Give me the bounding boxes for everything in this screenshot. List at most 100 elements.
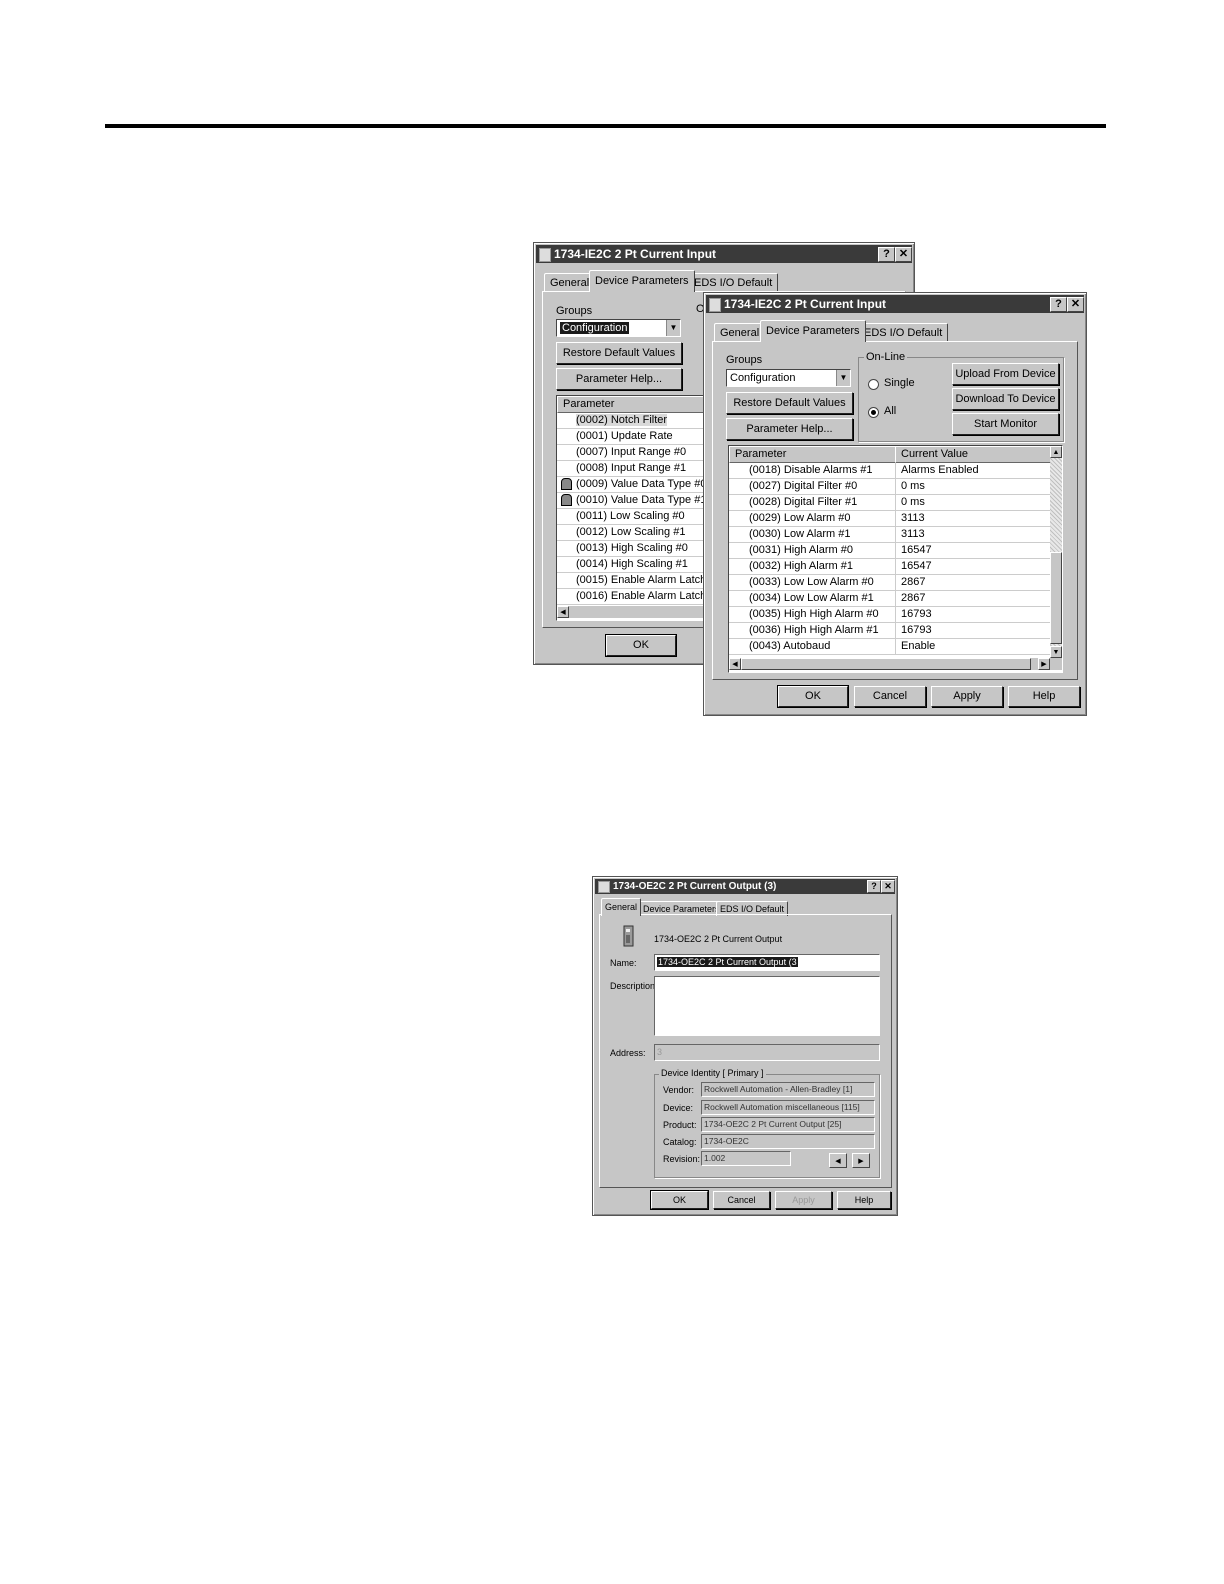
groups-select[interactable]: Configuration ▼	[556, 319, 681, 337]
table-row[interactable]: (0002) Notch Filter	[557, 412, 709, 429]
groups-select[interactable]: Configuration ▼	[726, 369, 851, 387]
restore-defaults-button[interactable]: Restore Default Values	[556, 342, 682, 364]
scroll-right-icon[interactable]: ▶	[1038, 658, 1050, 670]
table-row[interactable]: (0010) Value Data Type #1	[557, 492, 709, 509]
device-identity-label: Device Identity [ Primary ]	[659, 1068, 766, 1078]
help-button[interactable]: Help	[1008, 686, 1080, 707]
parameter-grid[interactable]: Parameter (0002) Notch Filter (0001) Upda…	[556, 395, 710, 621]
scroll-left-icon[interactable]: ◀	[729, 658, 741, 670]
table-row[interactable]: (0007) Input Range #0	[557, 444, 709, 461]
table-row[interactable]: (0018) Disable Alarms #1 Alarms Enabled	[729, 462, 1050, 479]
col-header-current-value[interactable]: Current Value	[895, 446, 1052, 463]
help-icon[interactable]: ?	[1050, 297, 1067, 312]
table-row[interactable]: (0036) High High Alarm #1 16793	[729, 622, 1050, 639]
table-row[interactable]: (0030) Low Alarm #1 3113	[729, 526, 1050, 543]
horizontal-scrollbar[interactable]: ◀	[557, 606, 709, 618]
close-icon[interactable]: ✕	[1067, 297, 1084, 312]
window-icon	[598, 881, 610, 893]
next-arrow-icon[interactable]: ▶	[852, 1153, 870, 1168]
address-field[interactable]: 3	[654, 1044, 880, 1061]
parameter-help-button[interactable]: Parameter Help...	[556, 368, 682, 390]
lock-icon	[561, 494, 572, 507]
table-row[interactable]: (0028) Digital Filter #1 0 ms	[729, 494, 1050, 511]
scroll-left-icon[interactable]: ◀	[557, 606, 569, 618]
table-row[interactable]: (0033) Low Low Alarm #0 2867	[729, 574, 1050, 591]
help-button[interactable]: Help	[837, 1191, 891, 1209]
cancel-button[interactable]: Cancel	[854, 686, 926, 707]
parameter-grid[interactable]: Parameter Current Value (0018) Disable A…	[728, 445, 1063, 673]
cancel-button[interactable]: Cancel	[713, 1191, 770, 1209]
parameter-cell: (0027) Digital Filter #0	[749, 480, 858, 492]
description-field[interactable]	[654, 976, 880, 1036]
tab-eds-io-default[interactable]: EDS I/O Default	[858, 323, 949, 342]
upload-from-device-button[interactable]: Upload From Device	[952, 363, 1059, 385]
tab-general[interactable]: General	[601, 898, 642, 916]
parameter-cell: (0031) High Alarm #0	[749, 544, 853, 556]
table-row[interactable]: (0015) Enable Alarm Latch #	[557, 572, 709, 589]
tab-general[interactable]: General	[544, 273, 596, 292]
apply-button[interactable]: Apply	[775, 1191, 832, 1209]
chevron-down-icon[interactable]: ▼	[666, 320, 680, 336]
close-icon[interactable]: ✕	[895, 247, 912, 262]
parameter-name: (0008) Input Range #1	[576, 462, 687, 474]
table-row[interactable]: (0027) Digital Filter #0 0 ms	[729, 478, 1050, 495]
name-label: Name:	[610, 958, 637, 968]
horizontal-scrollbar[interactable]: ◀ ▶	[729, 658, 1062, 670]
chevron-down-icon[interactable]: ▼	[836, 370, 850, 386]
parameter-cell: (0001) Update Rate	[557, 428, 709, 444]
col-header-parameter[interactable]: Parameter	[729, 446, 896, 463]
current-value-cell: Alarms Enabled	[895, 462, 1051, 478]
scroll-thumb[interactable]	[1050, 552, 1062, 644]
ok-button[interactable]: OK	[777, 685, 849, 708]
current-value-cell: 16793	[895, 622, 1051, 638]
help-icon[interactable]: ?	[867, 880, 881, 893]
apply-button[interactable]: Apply	[931, 686, 1003, 707]
name-field[interactable]: 1734-OE2C 2 Pt Current Output (3	[654, 954, 880, 971]
current-value-cell: 16793	[895, 606, 1051, 622]
table-row[interactable]: (0035) High High Alarm #0 16793	[729, 606, 1050, 623]
restore-defaults-button[interactable]: Restore Default Values	[726, 392, 853, 414]
vendor-field: Rockwell Automation - Allen-Bradley [1]	[701, 1082, 875, 1097]
table-row[interactable]: (0034) Low Low Alarm #1 2867	[729, 590, 1050, 607]
scroll-up-icon[interactable]: ▲	[1050, 446, 1062, 458]
table-row[interactable]: (0016) Enable Alarm Latch #	[557, 588, 709, 605]
single-radio[interactable]	[868, 379, 879, 390]
device-label: Device:	[663, 1103, 694, 1113]
parameter-name: (0009) Value Data Type #0	[576, 478, 707, 490]
product-field: 1734-OE2C 2 Pt Current Output [25]	[701, 1117, 875, 1132]
table-row[interactable]: (0001) Update Rate	[557, 428, 709, 445]
scroll-down-icon[interactable]: ▼	[1050, 646, 1062, 658]
revision-field: 1.002	[701, 1151, 791, 1166]
vertical-scrollbar[interactable]: ▲ ▼	[1050, 446, 1062, 658]
table-row[interactable]: (0032) High Alarm #1 16547	[729, 558, 1050, 575]
table-row[interactable]: (0012) Low Scaling #1	[557, 524, 709, 541]
table-row[interactable]: (0043) Autobaud Enable	[729, 638, 1050, 655]
download-to-device-button[interactable]: Download To Device	[952, 388, 1059, 410]
table-row[interactable]: (0011) Low Scaling #0	[557, 508, 709, 525]
table-row[interactable]: (0008) Input Range #1	[557, 460, 709, 477]
horizontal-scroll-thumb[interactable]	[741, 658, 1031, 670]
ok-button[interactable]: OK	[605, 634, 677, 657]
all-radio[interactable]	[868, 407, 879, 418]
tab-device-parameters[interactable]: Device Parameters	[589, 270, 695, 292]
parameter-name: (0001) Update Rate	[576, 430, 673, 442]
parameter-help-button[interactable]: Parameter Help...	[726, 418, 853, 440]
tab-eds-io-default[interactable]: EDS I/O Default	[688, 273, 779, 292]
parameter-name: (0013) High Scaling #0	[576, 542, 688, 554]
ok-button[interactable]: OK	[650, 1190, 709, 1210]
table-row[interactable]: (0029) Low Alarm #0 3113	[729, 510, 1050, 527]
start-monitor-button[interactable]: Start Monitor	[952, 413, 1059, 435]
window-icon	[709, 298, 721, 312]
col-header-parameter[interactable]: Parameter	[557, 396, 709, 413]
tab-general[interactable]: General	[714, 323, 766, 342]
parameter-cell: (0032) High Alarm #1	[749, 560, 853, 572]
table-row[interactable]: (0031) High Alarm #0 16547	[729, 542, 1050, 559]
close-icon[interactable]: ✕	[881, 880, 895, 893]
prev-arrow-icon[interactable]: ◀	[829, 1153, 847, 1168]
table-row[interactable]: (0009) Value Data Type #0	[557, 476, 709, 493]
table-row[interactable]: (0014) High Scaling #1	[557, 556, 709, 573]
tab-device-parameters[interactable]: Device Parameters	[760, 320, 866, 342]
table-row[interactable]: (0013) High Scaling #0	[557, 540, 709, 557]
help-icon[interactable]: ?	[878, 247, 895, 262]
parameter-name: (0007) Input Range #0	[576, 446, 687, 458]
